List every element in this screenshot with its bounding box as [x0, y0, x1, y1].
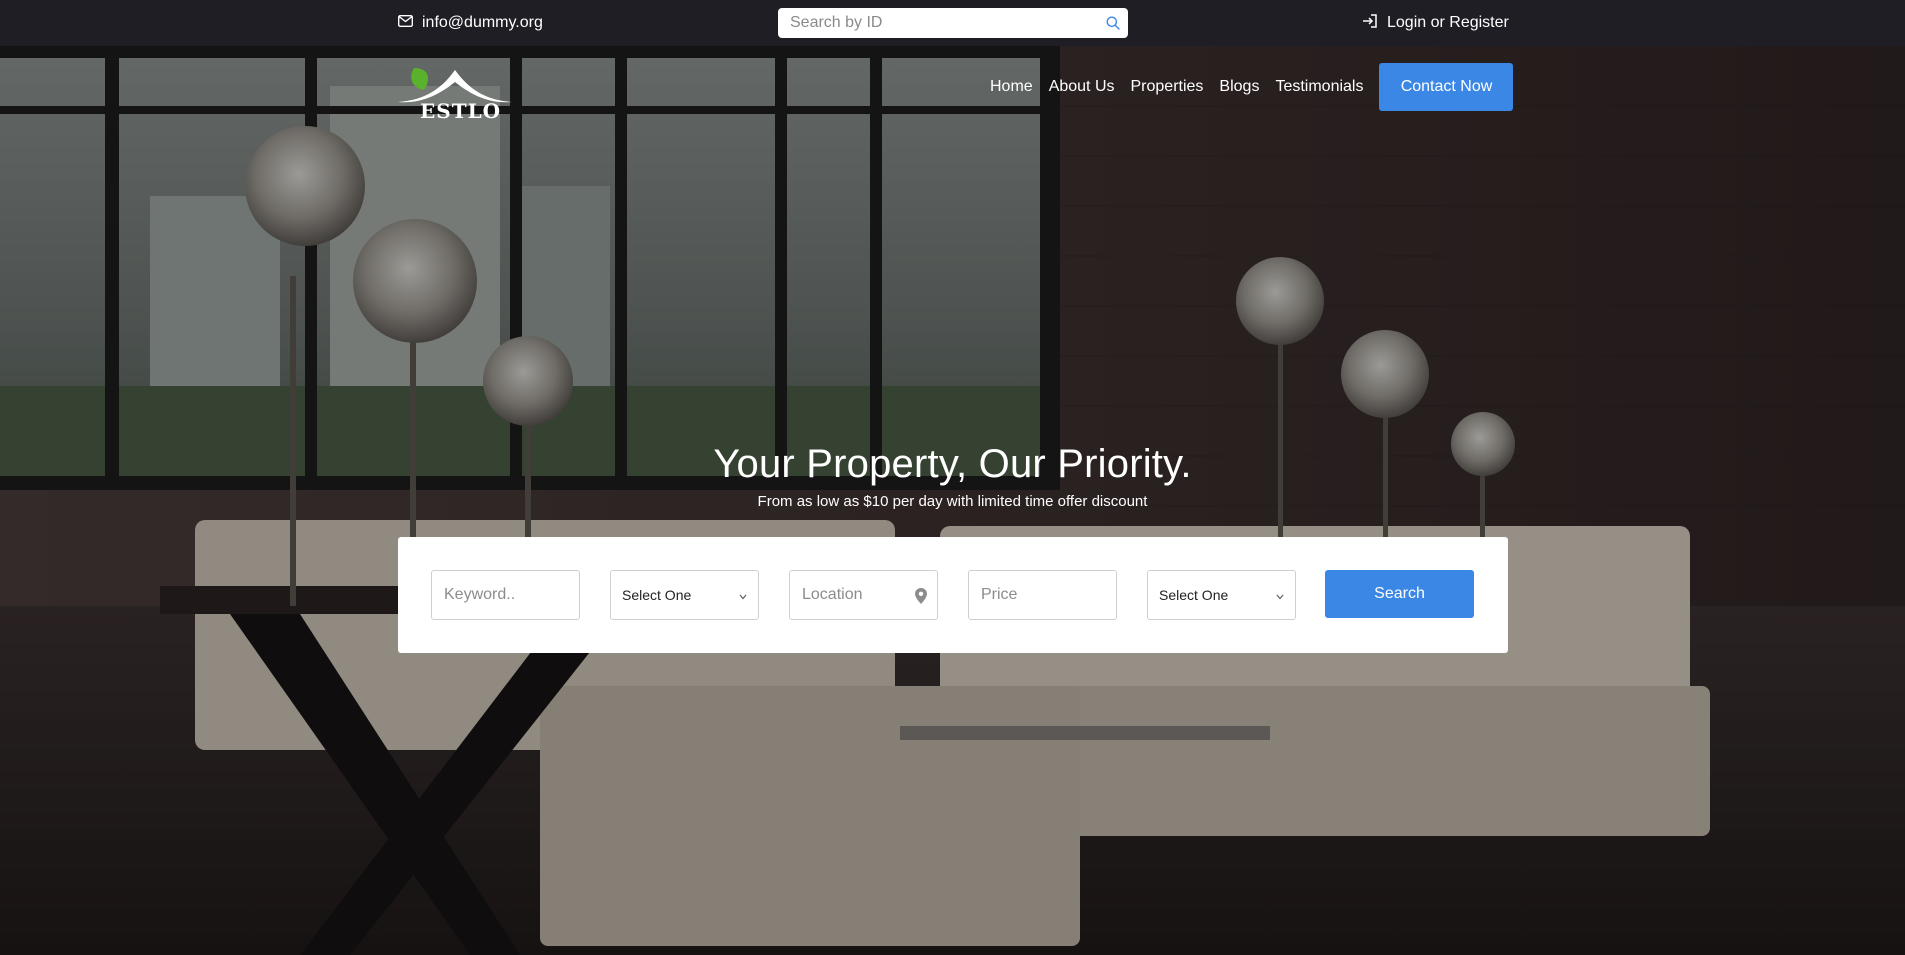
second-select[interactable]: Select One: [1147, 570, 1296, 620]
search-button[interactable]: Search: [1325, 570, 1474, 618]
nav-properties[interactable]: Properties: [1131, 78, 1204, 96]
location-field: [789, 570, 938, 620]
estlo-logo[interactable]: ESTLO: [398, 60, 514, 123]
login-register-link[interactable]: Login or Register: [1362, 0, 1509, 46]
second-select-value: Select One: [1159, 587, 1229, 603]
keyword-field: [431, 570, 580, 620]
keyword-input[interactable]: [432, 571, 579, 619]
id-search-input[interactable]: [778, 8, 1098, 38]
envelope-icon: [397, 14, 414, 32]
top-bar: info@dummy.org Login or Register: [0, 0, 1905, 46]
sign-in-icon: [1362, 13, 1378, 33]
login-register-label: Login or Register: [1387, 14, 1509, 31]
top-email-text: info@dummy.org: [422, 14, 543, 31]
hero-section: ESTLO Home About Us Properties Blogs Tes…: [0, 46, 1905, 955]
id-search-box: [778, 8, 1128, 38]
chevron-down-icon: [739, 587, 747, 603]
nav-blogs[interactable]: Blogs: [1219, 78, 1259, 96]
search-icon[interactable]: [1098, 8, 1128, 38]
top-email[interactable]: info@dummy.org: [397, 0, 543, 46]
property-type-select[interactable]: Select One: [610, 570, 759, 620]
price-input[interactable]: [969, 571, 1116, 619]
contact-now-button[interactable]: Contact Now: [1379, 63, 1514, 111]
property-search-panel: Select One Select One Search: [398, 537, 1508, 653]
property-type-value: Select One: [622, 587, 692, 603]
main-nav: Home About Us Properties Blogs Testimoni…: [990, 63, 1514, 111]
nav-testimonials[interactable]: Testimonials: [1275, 78, 1363, 96]
chevron-down-icon: [1276, 587, 1284, 603]
nav-home[interactable]: Home: [990, 78, 1033, 96]
nav-about-us[interactable]: About Us: [1049, 78, 1115, 96]
price-field: [968, 570, 1117, 620]
logo-text: ESTLO: [420, 99, 502, 123]
map-pin-icon: [915, 588, 927, 609]
hero-subtitle: From as low as $10 per day with limited …: [757, 493, 1148, 510]
hero-title: Your Property, Our Priority.: [713, 442, 1192, 486]
